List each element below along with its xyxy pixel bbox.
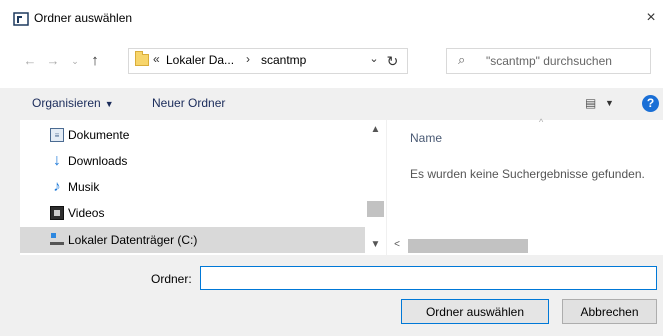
empty-results-message: Es wurden keine Suchergebnisse gefunden.	[410, 167, 645, 181]
h-scrollbar-thumb[interactable]	[408, 239, 528, 253]
breadcrumb-separator[interactable]: ›	[246, 52, 250, 66]
folder-field-label: Ordner:	[151, 272, 192, 286]
view-dropdown-icon[interactable]: ▼	[605, 98, 614, 108]
chevron-down-icon: ▼	[104, 99, 114, 109]
drive-icon	[50, 233, 64, 245]
document-icon: ≡	[50, 128, 64, 142]
breadcrumb-scantmp[interactable]: scantmp	[261, 53, 306, 67]
nav-scrollbar-thumb[interactable]	[367, 201, 384, 217]
nav-item-label: Dokumente	[68, 128, 130, 142]
forward-button[interactable]: →	[44, 52, 62, 70]
cancel-button[interactable]: Abbrechen	[562, 299, 657, 324]
window-icon	[13, 12, 29, 26]
nav-item-label: Lokaler Datenträger (C:)	[68, 233, 198, 247]
nav-scroll-down-button[interactable]: ▼	[367, 239, 384, 253]
back-button[interactable]: ←	[21, 52, 39, 70]
breadcrumb-overflow-button[interactable]: «	[153, 52, 160, 66]
nav-item-label: Downloads	[68, 154, 128, 168]
window-title: Ordner auswählen	[34, 11, 133, 25]
breadcrumb-lokaler-datentraeger[interactable]: Lokaler Da...	[166, 53, 234, 67]
nav-item-videos[interactable]: Videos	[20, 200, 365, 226]
download-icon: ↓	[53, 152, 61, 169]
nav-item-label: Videos	[68, 206, 105, 220]
help-icon[interactable]: ?	[642, 95, 659, 112]
search-icon: ⌕	[458, 52, 466, 67]
new-folder-button[interactable]: Neuer Ordner	[152, 96, 225, 110]
folder-icon	[135, 51, 149, 66]
nav-item-musik[interactable]: ♪ Musik	[20, 174, 365, 200]
nav-item-downloads[interactable]: ↓ Downloads	[20, 148, 365, 174]
select-folder-button[interactable]: Ordner auswählen	[401, 299, 549, 324]
folder-input[interactable]	[200, 266, 657, 290]
nav-scroll-up-button[interactable]: ▲	[367, 124, 384, 138]
sort-indicator-icon: ^	[539, 117, 544, 127]
recent-locations-button[interactable]: ⌄	[66, 52, 84, 70]
video-icon	[50, 206, 64, 220]
close-button[interactable]: ×	[639, 6, 663, 30]
organize-button[interactable]: Organisieren ▼	[32, 96, 114, 110]
nav-item-label: Musik	[68, 180, 100, 194]
up-button[interactable]: ↑	[86, 52, 104, 70]
h-scroll-left-button[interactable]: <	[390, 239, 404, 253]
nav-item-lokaler-datentraeger[interactable]: Lokaler Datenträger (C:)	[20, 227, 365, 253]
organize-label: Organisieren	[32, 96, 101, 110]
search-input[interactable]	[486, 51, 646, 71]
refresh-button[interactable]: ↻	[378, 48, 408, 74]
music-icon: ♪	[53, 178, 61, 195]
column-header-name[interactable]: Name	[410, 131, 442, 145]
nav-item-dokumente[interactable]: ≡ Dokumente	[20, 122, 365, 148]
view-options-icon[interactable]: ▤	[585, 96, 596, 110]
